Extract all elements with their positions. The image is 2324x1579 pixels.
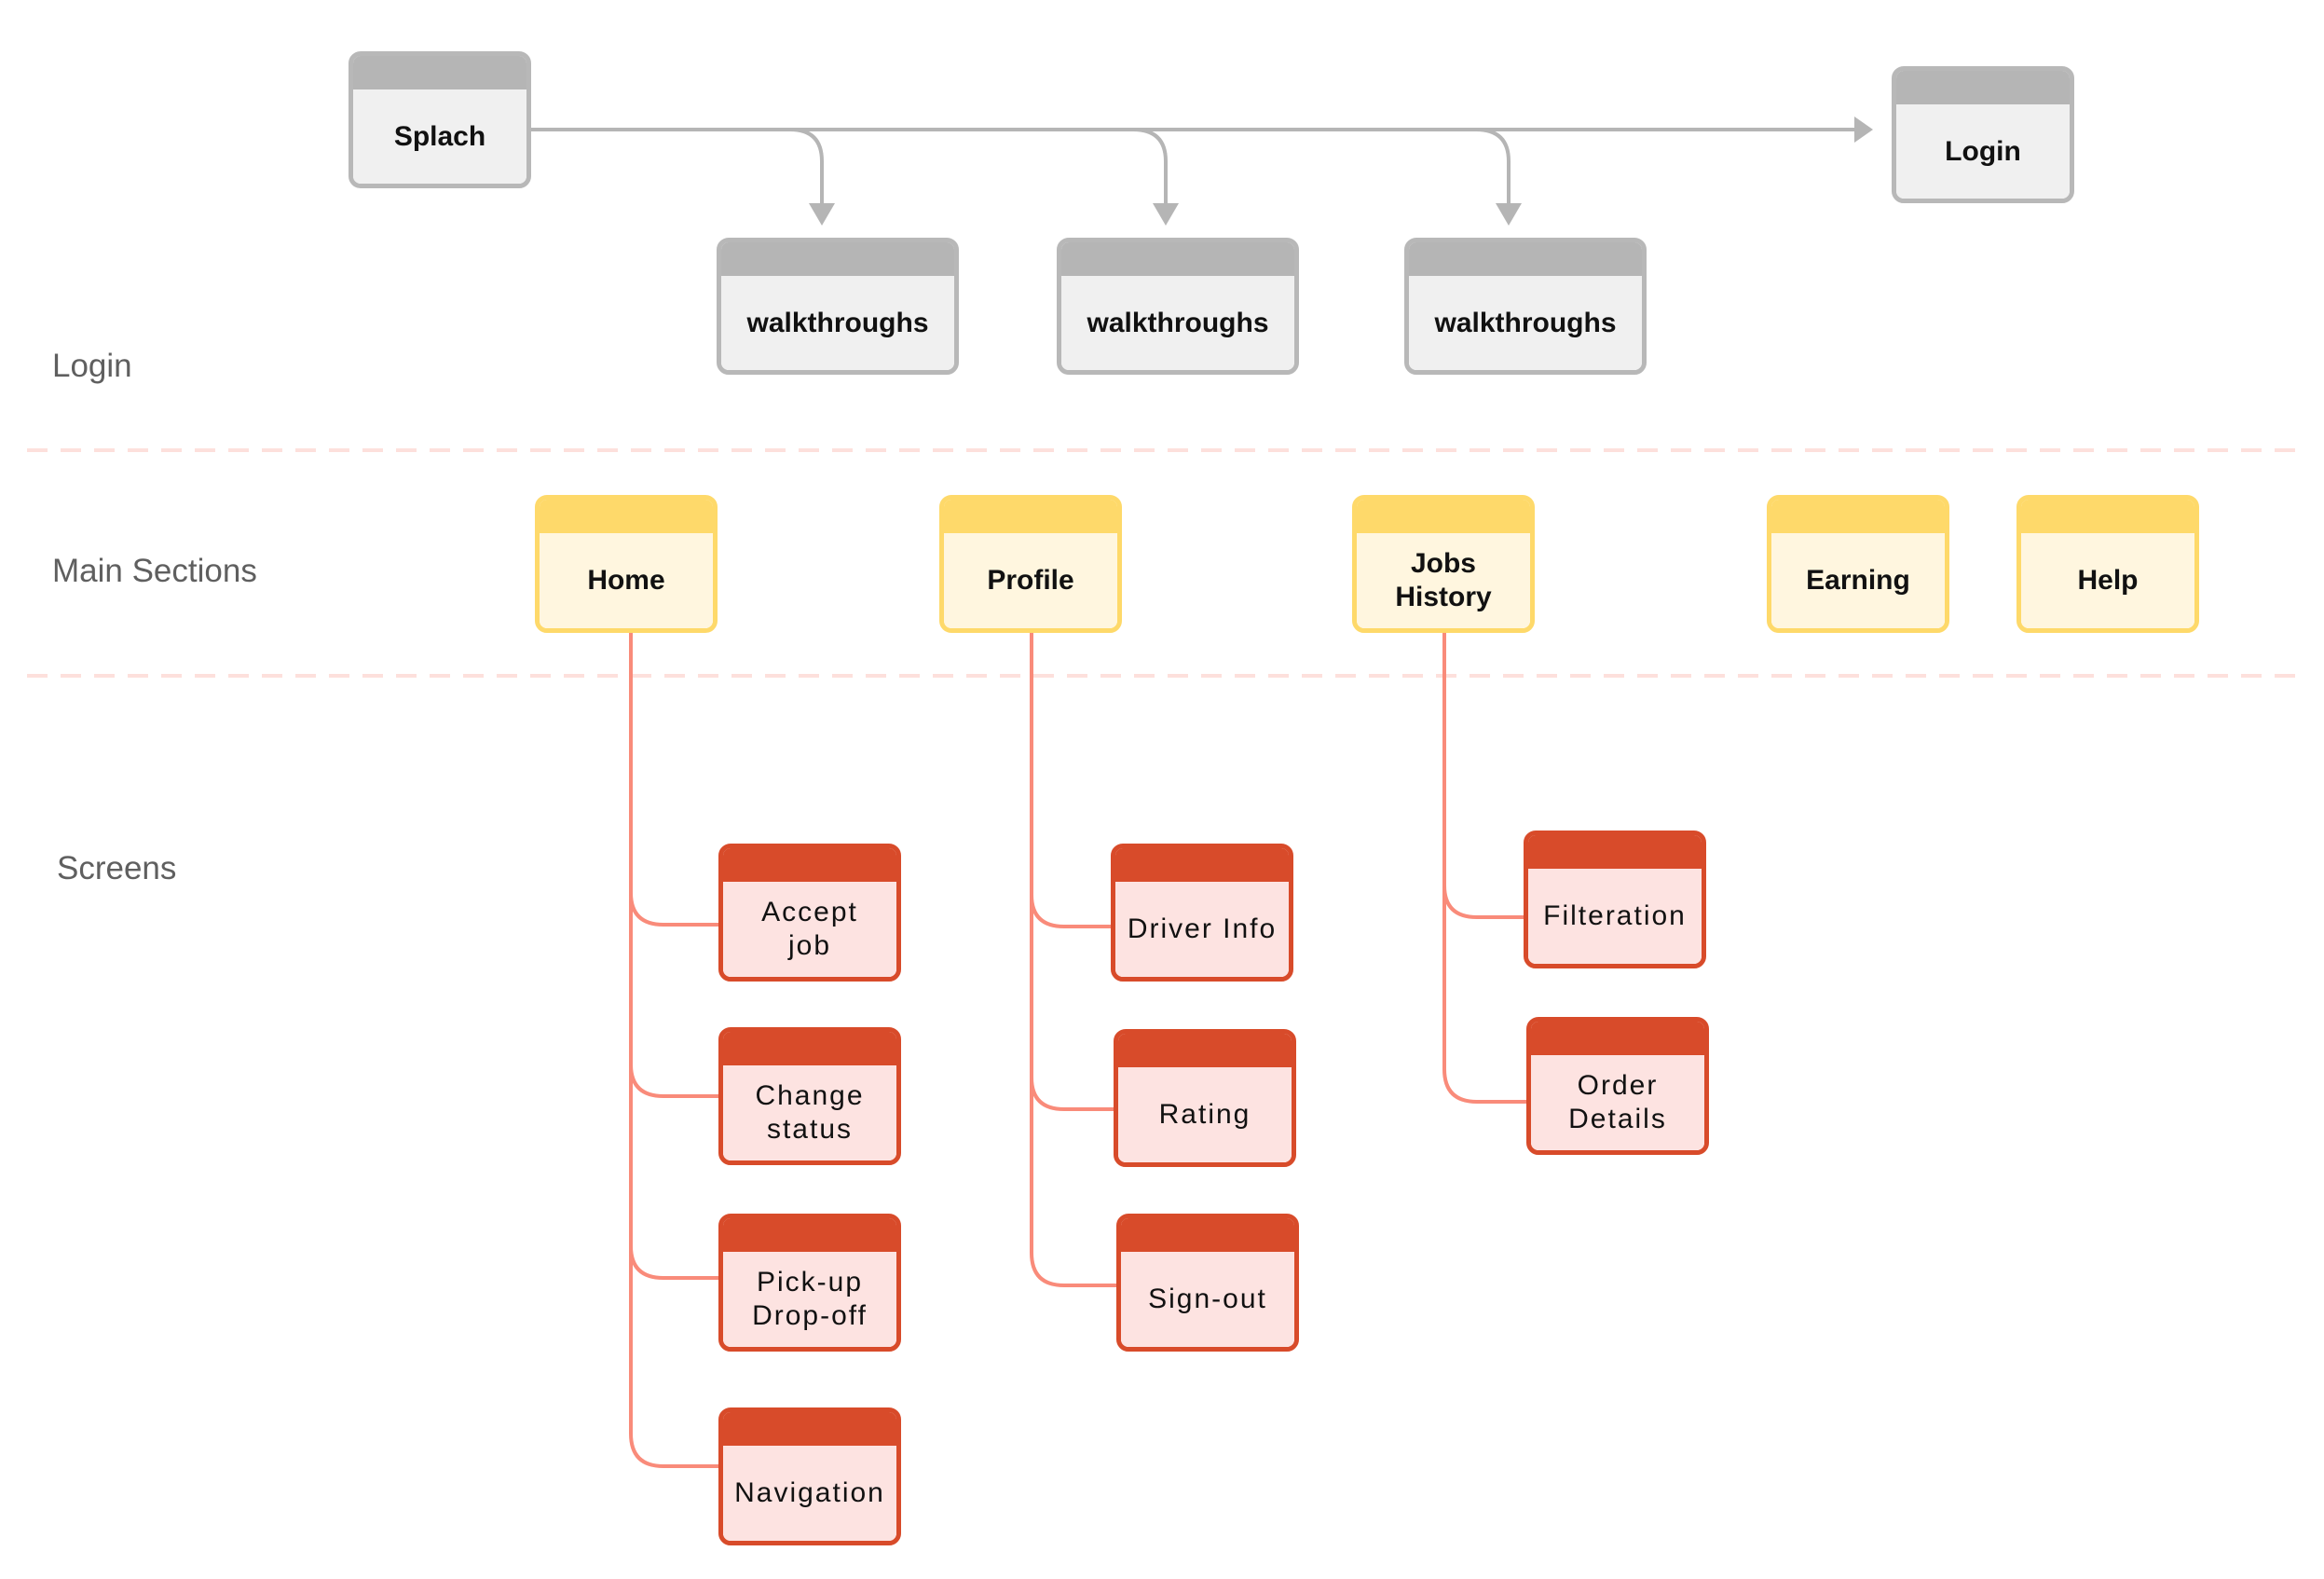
connector [629, 1064, 722, 1098]
node-header [1061, 242, 1294, 276]
section-node-jobs-history[interactable]: Jobs History [1352, 495, 1535, 633]
node-header [723, 1032, 896, 1065]
jobs-tree-connector [1442, 631, 1530, 1104]
profile-tree-connector [1030, 631, 1120, 1287]
screen-node-pickup-dropoff[interactable]: Pick-up Drop-off [718, 1214, 901, 1352]
connector [1030, 894, 1114, 928]
node-header [1121, 1218, 1294, 1252]
screen-node-driver-info[interactable]: Driver Info [1111, 844, 1293, 982]
connector [1030, 1077, 1117, 1111]
login-screen-node[interactable]: Login [1892, 66, 2074, 203]
screen-node-order-details[interactable]: Order Details [1526, 1017, 1709, 1155]
splash-screen-node[interactable]: Splach [349, 51, 531, 188]
connector [629, 892, 722, 927]
walkthrough-node-3[interactable]: walkthroughs [1404, 238, 1647, 375]
arrowhead-icon [1854, 117, 1873, 143]
walkthrough-node-1[interactable]: walkthroughs [717, 238, 959, 375]
node-header [1357, 500, 1530, 533]
flow-arrow-walkthrough-1 [789, 128, 824, 207]
node-label: Help [2021, 533, 2194, 628]
screen-node-accept-job[interactable]: Accept job [718, 844, 901, 982]
lane-label-screens: Screens [57, 850, 177, 886]
section-node-help[interactable]: Help [2016, 495, 2199, 633]
node-header [353, 56, 526, 89]
arrowhead-icon [1496, 203, 1522, 226]
node-header [723, 1218, 896, 1252]
node-label: walkthroughs [721, 276, 954, 370]
lane-label-login: Login [52, 348, 132, 384]
screen-node-navigation[interactable]: Navigation [718, 1407, 901, 1545]
node-header [723, 848, 896, 882]
node-label: Home [540, 533, 713, 628]
node-header [1771, 500, 1945, 533]
node-header [2021, 500, 2194, 533]
node-label: Login [1896, 104, 2070, 199]
node-label: Splach [353, 89, 526, 184]
node-label: Sign-out [1121, 1252, 1294, 1347]
node-header [1115, 848, 1289, 882]
node-label: Filteration [1528, 869, 1702, 964]
flow-arrow-walkthrough-3 [1475, 128, 1511, 207]
node-header [1118, 1034, 1292, 1067]
node-label: Rating [1118, 1067, 1292, 1162]
node-label: Profile [944, 533, 1117, 628]
node-label: Accept job [723, 882, 896, 977]
connector [629, 1245, 722, 1280]
node-label: Jobs History [1357, 533, 1530, 628]
node-header [540, 500, 713, 533]
node-header [1896, 71, 2070, 104]
node-header [1409, 242, 1642, 276]
arrowhead-icon [809, 203, 835, 226]
node-header [723, 1412, 896, 1446]
section-node-profile[interactable]: Profile [939, 495, 1122, 633]
screen-node-change-status[interactable]: Change status [718, 1027, 901, 1165]
connector [1442, 885, 1527, 919]
node-label: Navigation [723, 1446, 896, 1541]
node-label: Change status [723, 1065, 896, 1160]
node-label: Order Details [1531, 1055, 1704, 1150]
section-node-earning[interactable]: Earning [1767, 495, 1949, 633]
node-header [721, 242, 954, 276]
flow-arrow-walkthrough-2 [1132, 128, 1168, 207]
node-header [1528, 835, 1702, 869]
lane-label-main-sections: Main Sections [52, 553, 257, 589]
home-tree-connector [629, 631, 722, 1468]
node-label: Driver Info [1115, 882, 1289, 977]
node-header [1531, 1022, 1704, 1055]
node-label: Pick-up Drop-off [723, 1252, 896, 1347]
arrowhead-icon [1153, 203, 1179, 226]
node-header [944, 500, 1117, 533]
screen-node-rating[interactable]: Rating [1114, 1029, 1296, 1167]
node-label: walkthroughs [1409, 276, 1642, 370]
node-label: walkthroughs [1061, 276, 1294, 370]
walkthrough-node-2[interactable]: walkthroughs [1057, 238, 1299, 375]
section-node-home[interactable]: Home [535, 495, 718, 633]
screen-node-filteration[interactable]: Filteration [1524, 831, 1706, 968]
screen-node-sign-out[interactable]: Sign-out [1116, 1214, 1299, 1352]
node-label: Earning [1771, 533, 1945, 628]
